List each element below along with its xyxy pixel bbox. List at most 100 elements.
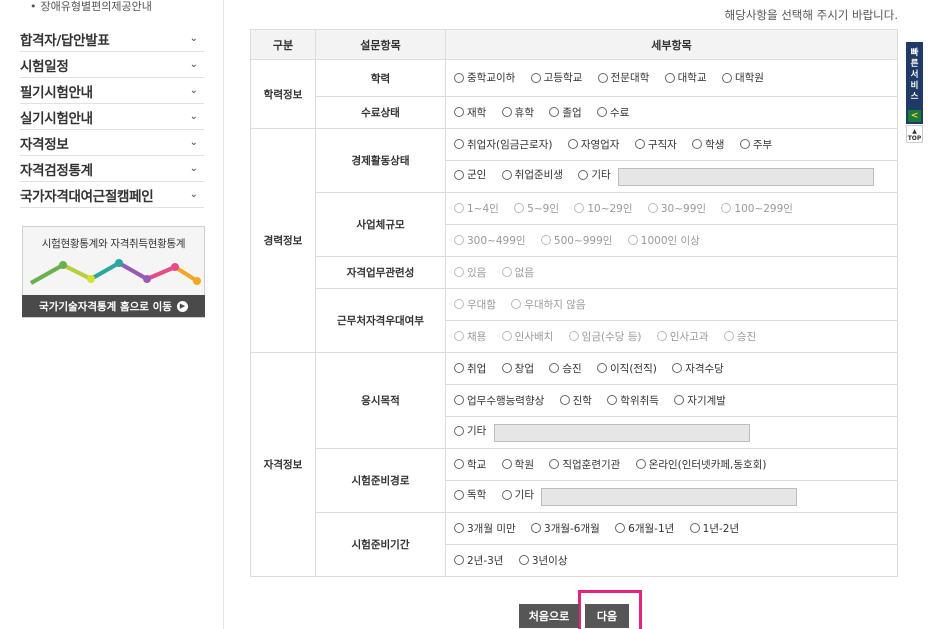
radio-option[interactable]: 300~499인 [454,233,526,248]
radio-option[interactable]: 자영업자 [567,137,619,152]
sidebar-item-statistics[interactable]: 자격검정통계 ⌄ [20,156,204,182]
radio-option[interactable]: 학위취득 [607,393,659,408]
radio-label: 수료 [610,106,630,119]
radio-option[interactable]: 독학 [454,487,486,502]
question-completion: 수료상태 [315,96,446,129]
radio-label: 없음 [514,266,534,279]
radio-label: 업무수행능력향상 [467,394,545,407]
radio-option[interactable]: 우대함 [454,297,496,312]
sidebar-item-qualification-info[interactable]: 자격정보 ⌄ [20,130,204,156]
radio-option[interactable]: 기타 [454,423,486,438]
radio-option[interactable]: 창업 [501,361,534,376]
radio-option[interactable]: 기타 [501,487,534,502]
radio-option[interactable]: 30~99인 [647,201,706,216]
radio-option[interactable]: 5~9인 [514,201,559,216]
economic-other-input[interactable] [618,167,874,186]
stats-banner[interactable]: 시험현황통계와 자격취득현황통계 국가기술자격통계 홈으로 이동 ▶ [22,226,205,318]
sidebar-item-label: 필기시험안내 [20,84,93,101]
radio-option[interactable]: 승진 [723,329,756,344]
radio-option[interactable]: 주부 [739,137,772,152]
header-question: 설문항목 [315,29,446,60]
radio-option[interactable]: 직업훈련기관 [549,457,620,472]
radio-option[interactable]: 채용 [454,329,486,344]
radio-option[interactable]: 3년이상 [518,553,568,568]
radio-icon [454,139,464,150]
radio-option[interactable]: 휴학 [501,105,534,120]
radio-option[interactable]: 학생 [692,137,724,152]
radio-option[interactable]: 수료 [597,105,629,120]
radio-icon [578,169,589,180]
radio-option[interactable]: 진학 [559,393,592,408]
quick-service-bar[interactable]: 빠른서비스 < [906,42,923,124]
radio-option[interactable]: 재학 [454,105,486,120]
radio-option[interactable]: 10~29인 [574,201,633,216]
radio-option[interactable]: 1000인 이상 [627,233,700,248]
radio-option[interactable]: 중학교이하 [454,70,515,85]
stats-home-link[interactable]: 국가기술자격통계 홈으로 이동 ▶ [22,295,205,317]
radio-icon [723,331,734,342]
radio-option[interactable]: 2년-3년 [454,553,503,568]
radio-option[interactable]: 인사고과 [656,329,708,344]
radio-icon [501,459,512,470]
radio-option[interactable]: 학원 [501,457,534,472]
chevron-left-icon[interactable]: < [908,110,921,122]
radio-option[interactable]: 임금(수당 등) [568,329,642,344]
radio-option[interactable]: 1년-2년 [689,521,739,536]
radio-option[interactable]: 취업준비생 [501,167,563,182]
next-button[interactable]: 다음 [585,604,629,628]
radio-option[interactable]: 없음 [501,265,534,280]
radio-icon [647,203,658,214]
radio-icon [597,363,608,374]
radio-icon [514,203,525,214]
radio-option[interactable]: 자격수당 [672,361,724,376]
radio-option[interactable]: 승진 [549,361,582,376]
radio-icon [549,459,560,470]
sidebar-item-schedule[interactable]: 시험일정 ⌄ [20,52,204,78]
options-preference-row2: 채용 인사배치 임금(수당 등) 인사고과 승진 [445,320,898,353]
radio-option[interactable]: 3개월 미만 [454,521,516,536]
scroll-top-button[interactable]: ▲ TOP [906,125,923,143]
radio-option[interactable]: 자기계발 [674,393,726,408]
table-row: 경력정보 경제활동상태 취업자(임금근로자) 자영업자 구직자 학생 주부 [250,128,898,353]
purpose-other-input[interactable] [493,423,750,442]
radio-option[interactable]: 업무수행능력향상 [454,393,544,408]
radio-option[interactable]: 1~4인 [454,201,499,216]
radio-option[interactable]: 학교 [454,457,486,472]
radio-option[interactable]: 대학원 [721,70,764,85]
radio-icon [567,139,578,150]
sidebar-item-results[interactable]: 합격자/답안발표 ⌄ [20,26,204,52]
radio-option[interactable]: 취업자(임금근로자) [454,137,552,152]
radio-option[interactable]: 있음 [454,265,486,280]
radio-option[interactable]: 인사배치 [501,329,553,344]
radio-icon [568,331,579,342]
radio-label: 창업 [514,362,534,375]
options-completion: 재학 휴학 졸업 수료 [445,96,898,129]
radio-icon [454,235,464,246]
radio-option[interactable]: 구직자 [634,137,677,152]
chevron-down-icon: ⌄ [189,189,198,200]
radio-option[interactable]: 3개월-6개월 [531,521,600,536]
reset-button[interactable]: 처음으로 [519,604,579,628]
sidebar-item-written-exam[interactable]: 필기시험안내 ⌄ [20,78,204,104]
radio-option[interactable]: 기타 [578,167,611,182]
radio-label: 우대함 [467,298,496,311]
radio-option[interactable]: 우대하지 않음 [511,297,586,312]
radio-option[interactable]: 500~999인 [540,233,612,248]
sidebar-item-practical-exam[interactable]: 실기시험안내 ⌄ [20,104,204,130]
sidebar-subitem-accessibility[interactable]: • 장애유형별편의제공안내 [30,0,152,14]
radio-option[interactable]: 온라인(인터넷카페,동호회) [635,457,766,472]
radio-option[interactable]: 취업 [454,361,486,376]
radio-option[interactable]: 100~299인 [721,201,793,216]
radio-option[interactable]: 6개월-1년 [615,521,674,536]
radio-option[interactable]: 대학교 [664,70,707,85]
table-row: 자격정보 응시목적 취업 창업 승진 이직(전직) 자격수당 [250,352,898,577]
radio-label: 고등학교 [543,72,583,85]
radio-option[interactable]: 전문대학 [597,70,649,85]
radio-option[interactable]: 졸업 [549,105,582,120]
prep-route-other-input[interactable] [541,487,798,506]
radio-option[interactable]: 군인 [454,167,486,182]
sidebar-item-campaign[interactable]: 국가자격대여근절캠페인 ⌄ [20,182,204,208]
radio-option[interactable]: 고등학교 [530,70,583,85]
radio-option[interactable]: 이직(전직) [597,361,657,376]
category-education: 학력정보 [250,59,316,129]
